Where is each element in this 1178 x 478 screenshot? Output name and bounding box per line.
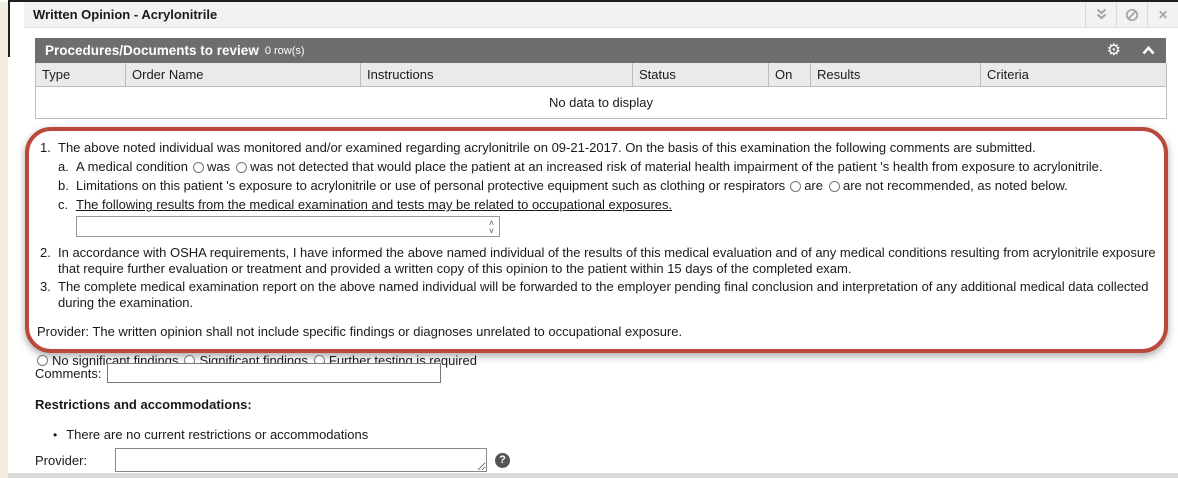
bottom-edge-strip — [8, 473, 1178, 478]
item-number: 1. — [37, 140, 58, 239]
left-border — [8, 0, 10, 57]
opinion-item-1-text: The above noted individual was monitored… — [58, 140, 1156, 156]
item-letter: a. — [58, 159, 76, 175]
radio-are-not[interactable] — [829, 181, 840, 192]
spinner-down-icon[interactable] — [489, 227, 494, 235]
opinion-item-2: 2. In accordance with OSHA requirements,… — [37, 245, 1156, 277]
opinion-item-1a-text: A medical condition was was not detected t… — [76, 159, 1102, 175]
gear-icon[interactable] — [1107, 43, 1121, 59]
restrictions-bullet-text: There are no current restrictions or acc… — [66, 427, 368, 442]
column-header-on[interactable]: On — [769, 63, 811, 87]
radio-was-label[interactable]: was — [207, 159, 230, 174]
procedures-panel: Procedures/Documents to review 0 row(s) … — [35, 38, 1166, 119]
opinion-item-1: 1. The above noted individual was monito… — [37, 140, 1156, 239]
column-header-type[interactable]: Type — [36, 63, 126, 87]
panel-icon-group — [1107, 43, 1156, 59]
provider-note: Provider: The written opinion shall not … — [37, 324, 1156, 340]
item-1a-pre-text: A medical condition — [76, 159, 188, 174]
opinion-item-1c-text: The following results from the medical e… — [76, 197, 672, 213]
item-1b-pre-text: Limitations on this patient 's exposure … — [76, 178, 785, 193]
column-header-criteria[interactable]: Criteria — [981, 63, 1167, 87]
item-number: 2. — [37, 245, 58, 277]
exam-results-input[interactable] — [76, 216, 500, 237]
opinion-item-2-text: In accordance with OSHA requirements, I … — [58, 245, 1156, 277]
collapse-all-icon[interactable] — [1085, 2, 1116, 27]
opinion-item-1b: b. Limitations on this patient 's exposu… — [58, 178, 1156, 194]
item-number: 3. — [37, 279, 58, 311]
window-titlebar: Written Opinion - Acrylonitrile — [24, 2, 1178, 28]
column-header-instructions[interactable]: Instructions — [361, 63, 633, 87]
close-icon[interactable] — [1147, 2, 1178, 27]
provider-field-row: Provider: — [35, 448, 510, 472]
provider-input[interactable] — [115, 448, 487, 472]
item-1b-post-text: recommended, as noted below. — [883, 178, 1067, 193]
exam-results-spinner-field — [76, 216, 500, 237]
radio-was-not-label[interactable]: was not — [250, 159, 295, 174]
column-header-status[interactable]: Status — [633, 63, 769, 87]
item-letter: c. — [58, 197, 76, 213]
item-1a-post-text: detected that would place the patient at… — [295, 159, 1102, 174]
column-header-order-name[interactable]: Order Name — [126, 63, 361, 87]
exam-results-field-row — [76, 216, 1156, 237]
restrictions-bullet-row: There are no current restrictions or acc… — [53, 427, 368, 442]
titlebar-icon-group — [1085, 2, 1178, 27]
opinion-item-1a: a. A medical condition was was not detecte… — [58, 159, 1156, 175]
procedures-table: Type Order Name Instructions Status On R… — [35, 63, 1167, 119]
procedures-panel-header: Procedures/Documents to review 0 row(s) — [35, 38, 1166, 63]
empty-table-row: No data to display — [36, 87, 1167, 119]
radio-are[interactable] — [790, 181, 801, 192]
opinion-item-3: 3. The complete medical examination repo… — [37, 279, 1156, 311]
opinion-item-1b-text: Limitations on this patient 's exposure … — [76, 178, 1068, 194]
item-letter: b. — [58, 178, 76, 194]
opinion-item-1c: c. The following results from the medica… — [58, 197, 1156, 213]
spinner-buttons — [484, 217, 499, 236]
block-icon[interactable] — [1116, 2, 1147, 27]
row-count-label: 0 row(s) — [265, 45, 305, 57]
radio-was-not[interactable] — [236, 162, 247, 173]
written-opinion-highlight-box: 1. The above noted individual was monito… — [25, 127, 1168, 353]
help-icon[interactable] — [495, 453, 510, 468]
collapse-panel-icon[interactable] — [1141, 45, 1156, 56]
no-data-message: No data to display — [36, 87, 1167, 119]
left-margin-strip — [0, 2, 8, 478]
bullet-icon — [53, 428, 57, 442]
comments-label: Comments: — [35, 366, 101, 381]
radio-was[interactable] — [193, 162, 204, 173]
table-header-row: Type Order Name Instructions Status On R… — [36, 63, 1167, 87]
column-header-results[interactable]: Results — [811, 63, 981, 87]
restrictions-heading: Restrictions and accommodations: — [35, 397, 252, 412]
provider-label: Provider: — [35, 453, 115, 468]
comments-input[interactable] — [107, 363, 441, 383]
panel-title: Procedures/Documents to review — [45, 43, 259, 58]
comments-field-row: Comments: — [35, 363, 441, 383]
opinion-item-3-text: The complete medical examination report … — [58, 279, 1156, 311]
radio-are-not-label[interactable]: are not — [843, 178, 883, 193]
page-title: Written Opinion - Acrylonitrile — [24, 7, 217, 22]
radio-are-label[interactable]: are — [804, 178, 823, 193]
